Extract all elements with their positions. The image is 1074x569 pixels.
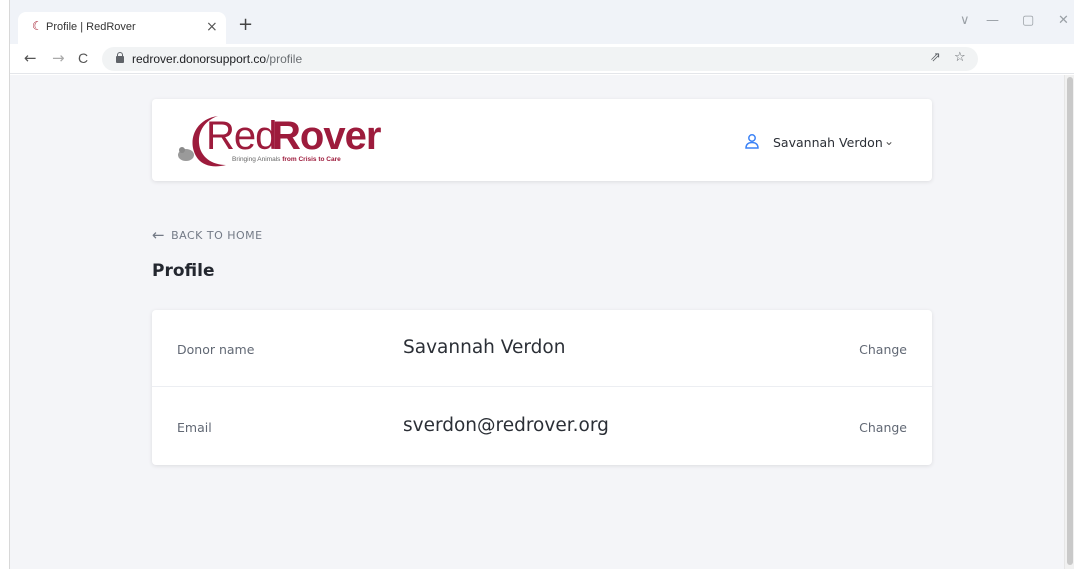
chevron-down-icon: ⌄: [884, 134, 895, 148]
user-name: Savannah Verdon: [773, 135, 883, 150]
back-arrow-icon[interactable]: ←: [24, 49, 37, 67]
logo-wordmark-rover: Rover: [272, 114, 381, 158]
lock-icon[interactable]: [116, 52, 124, 63]
email-value: sverdon@redrover.org: [403, 415, 609, 436]
new-tab-button[interactable]: +: [238, 16, 253, 34]
redrover-favicon-icon: ☾: [32, 19, 43, 33]
reload-icon[interactable]: C: [78, 49, 88, 67]
back-to-home-link[interactable]: ← BACK TO HOME: [152, 226, 263, 244]
page-scrollbar[interactable]: [1064, 75, 1074, 569]
close-window-icon[interactable]: ✕: [1058, 14, 1069, 28]
url-text[interactable]: redrover.donorsupport.co/profile: [132, 52, 302, 66]
tab-search-icon[interactable]: ∨: [960, 14, 970, 28]
restore-icon[interactable]: ▢: [1022, 14, 1034, 28]
email-row: Email sverdon@redrover.org Change: [152, 388, 932, 465]
address-bar[interactable]: redrover.donorsupport.co/profile ⇗ ☆: [102, 47, 978, 71]
browser-toolbar: ← → C redrover.donorsupport.co/profile ⇗…: [10, 44, 1074, 74]
tab-close-icon[interactable]: ×: [206, 19, 218, 35]
logo-wordmark-red: Red: [206, 114, 277, 158]
minimize-icon[interactable]: —: [986, 14, 999, 28]
tab-strip: ☾ Profile | RedRover × + ∨ — ▢ ✕: [10, 0, 1074, 44]
site-header: Red Rover Bringing Animals from Crisis t…: [152, 99, 932, 181]
profile-card: Donor name Savannah Verdon Change Email …: [152, 310, 932, 465]
logo-tagline: Bringing Animals from Crisis to Care: [232, 156, 341, 163]
user-icon: [745, 134, 759, 149]
share-icon[interactable]: ⇗: [930, 50, 941, 65]
browser-window: ☾ Profile | RedRover × + ∨ — ▢ ✕ ← → C r…: [9, 0, 1074, 569]
donor-name-row: Donor name Savannah Verdon Change: [152, 310, 932, 387]
change-email-button[interactable]: Change: [859, 420, 907, 435]
tab-title: Profile | RedRover: [46, 21, 136, 33]
donor-name-label: Donor name: [177, 342, 255, 357]
left-arrow-icon: ←: [152, 226, 166, 244]
back-to-home-label: BACK TO HOME: [171, 229, 263, 242]
scrollbar-thumb[interactable]: [1067, 77, 1073, 565]
change-donor-name-button[interactable]: Change: [859, 342, 907, 357]
page-title: Profile: [152, 261, 215, 281]
page-viewport: Red Rover Bringing Animals from Crisis t…: [10, 75, 1074, 569]
redrover-logo[interactable]: Red Rover Bringing Animals from Crisis t…: [174, 113, 384, 169]
donor-name-value: Savannah Verdon: [403, 337, 566, 358]
bookmark-star-icon[interactable]: ☆: [954, 50, 966, 65]
forward-arrow-icon[interactable]: →: [52, 49, 65, 67]
browser-tab[interactable]: ☾ Profile | RedRover ×: [18, 12, 226, 44]
email-label: Email: [177, 420, 212, 435]
